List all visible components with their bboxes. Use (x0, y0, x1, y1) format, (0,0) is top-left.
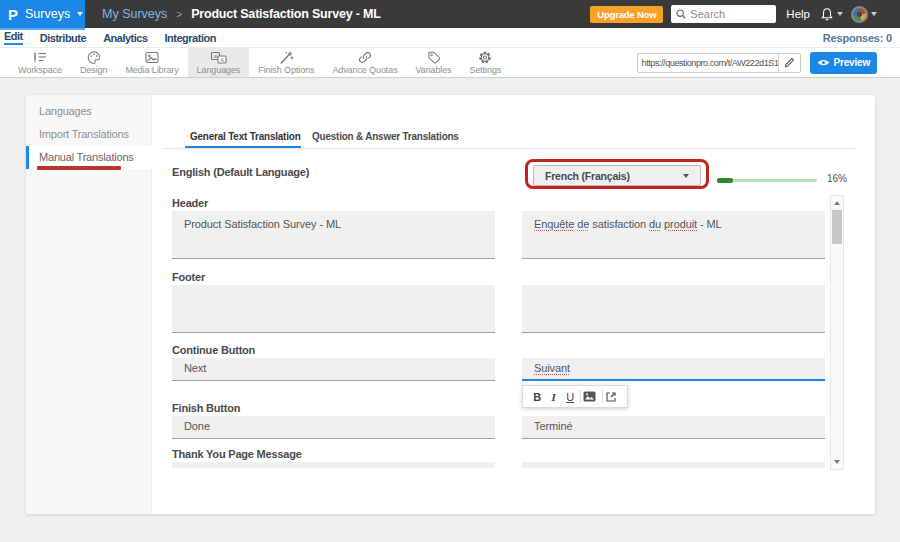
toolbar-item-languages[interactable]: aA Languages (188, 48, 250, 77)
sidebar-item-languages[interactable]: Languages (26, 100, 151, 123)
account-menu[interactable] (851, 6, 877, 23)
toolbar-item-variables[interactable]: Variables (407, 48, 461, 77)
tab-general-text-translation[interactable]: General Text Translation (190, 130, 301, 142)
product-name: Surveys (25, 7, 70, 21)
tab-analytics[interactable]: Analytics (103, 32, 147, 44)
sidebar-item-import-translations[interactable]: Import Translations (26, 123, 151, 146)
pencil-icon (784, 57, 795, 68)
toolbar-item-finish-options[interactable]: Finish Options (249, 48, 323, 77)
settings-icon (477, 50, 493, 65)
survey-url[interactable]: https://questionpro.com/t/AW222d1S1 (638, 58, 778, 68)
breadcrumb-separator: > (176, 9, 182, 20)
product-switcher[interactable]: P Surveys (0, 0, 85, 28)
italic-button[interactable]: I (545, 391, 561, 403)
search-placeholder: Search (690, 8, 725, 20)
sidebar-item-manual-translations[interactable]: Manual Translations (26, 146, 153, 169)
tab-distribute[interactable]: Distribute (40, 32, 86, 44)
field-label-finish-button: Finish Button (172, 402, 240, 414)
help-link[interactable]: Help (786, 8, 810, 20)
open-in-new-icon (605, 391, 617, 403)
tab-integration[interactable]: Integration (165, 32, 216, 44)
preview-button[interactable]: Preview (810, 52, 877, 74)
finish-french-input[interactable]: Terminé (522, 416, 825, 439)
header-french-textarea[interactable]: Enquête de satisfaction du produit - ML (522, 211, 825, 259)
default-language-label: English (Default Language) (172, 166, 309, 178)
continue-english-input[interactable]: Next (172, 358, 495, 381)
annotation-red-underline (37, 166, 121, 170)
bold-button[interactable]: B (529, 391, 545, 403)
footer-english-textarea[interactable] (172, 285, 495, 333)
image-icon (583, 391, 596, 402)
upgrade-now-button[interactable]: Upgrade Now (590, 6, 663, 23)
media-library-icon (144, 50, 160, 65)
tab-edit[interactable]: Edit (4, 30, 23, 45)
toolbar-item-media-library[interactable]: Media Library (116, 48, 187, 77)
edit-url-button[interactable] (778, 54, 800, 72)
toolbar-item-advance-quotas[interactable]: Advance Quotas (323, 48, 406, 77)
scroll-up-arrow[interactable] (834, 201, 840, 205)
top-bar: P Surveys My Surveys > Product Satisfact… (0, 0, 900, 28)
svg-text:a: a (214, 52, 218, 58)
field-label-footer: Footer (172, 271, 205, 283)
eye-icon (817, 58, 830, 67)
scroll-down-arrow[interactable] (834, 460, 840, 464)
edit-toolbar: Workspace Design Media Library aA Langua… (0, 48, 900, 78)
notifications-menu[interactable] (820, 7, 843, 22)
field-label-continue-button: Continue Button (172, 344, 255, 356)
underline-button[interactable]: U (562, 391, 578, 403)
survey-title: Product Satisfaction Survey - ML (191, 7, 380, 21)
survey-url-field[interactable]: https://questionpro.com/t/AW222d1S1 (637, 53, 801, 73)
page-background: Languages Import Translations Manual Tra… (0, 78, 900, 542)
languages-icon: aA (210, 50, 227, 65)
chevron-down-icon (871, 12, 877, 16)
manual-translations-panel: Languages Import Translations Manual Tra… (26, 95, 875, 514)
text-format-toolbar: B I U (522, 385, 628, 408)
scrollbar-thumb[interactable] (832, 210, 842, 244)
toolbar-item-workspace[interactable]: Workspace (9, 48, 71, 77)
search-icon (676, 9, 686, 19)
toolbar-item-settings[interactable]: Settings (461, 48, 511, 77)
avatar (851, 6, 868, 23)
responses-count[interactable]: Responses: 0 (823, 32, 892, 44)
field-label-header: Header (172, 197, 208, 209)
translations-sidebar: Languages Import Translations Manual Tra… (26, 95, 152, 514)
open-link-button[interactable] (605, 391, 621, 403)
translation-progress-percent: 16% (827, 173, 847, 184)
chevron-down-icon (683, 174, 689, 178)
translation-progress-bar (717, 179, 817, 182)
chevron-down-icon (77, 12, 83, 16)
field-label-thank-you: Thank You Page Message (172, 448, 302, 460)
finish-english-input[interactable]: Done (172, 416, 495, 439)
survey-nav: Edit Distribute Analytics Integration Re… (0, 28, 900, 48)
content-scrollbar[interactable] (830, 195, 844, 470)
translation-progress-fill (717, 178, 733, 183)
header-english-textarea[interactable]: Product Satisfaction Survey - ML (172, 211, 495, 259)
bell-icon (820, 7, 834, 22)
finish-options-icon (278, 50, 294, 65)
chevron-down-icon (837, 12, 843, 16)
thankyou-french-textarea[interactable] (522, 462, 825, 468)
svg-text:A: A (220, 56, 224, 62)
thankyou-english-textarea[interactable] (172, 462, 495, 468)
questionpro-logo: P (8, 7, 18, 22)
variables-icon (426, 50, 442, 65)
breadcrumb-my-surveys[interactable]: My Surveys (102, 7, 167, 21)
insert-image-button[interactable] (583, 391, 599, 402)
toolbar-item-design[interactable]: Design (71, 48, 116, 77)
workspace-icon (32, 50, 48, 65)
continue-french-input[interactable]: Suivant (522, 358, 825, 381)
global-search-input[interactable]: Search (671, 5, 776, 23)
breadcrumb: My Surveys > Product Satisfaction Survey… (102, 7, 381, 21)
design-icon (86, 50, 102, 65)
tabs-divider (163, 148, 855, 149)
advance-quotas-icon (357, 50, 373, 65)
footer-french-textarea[interactable] (522, 285, 825, 333)
language-select[interactable]: French (Français) (533, 165, 701, 186)
tab-question-answer-translations[interactable]: Question & Answer Translations (312, 130, 459, 142)
